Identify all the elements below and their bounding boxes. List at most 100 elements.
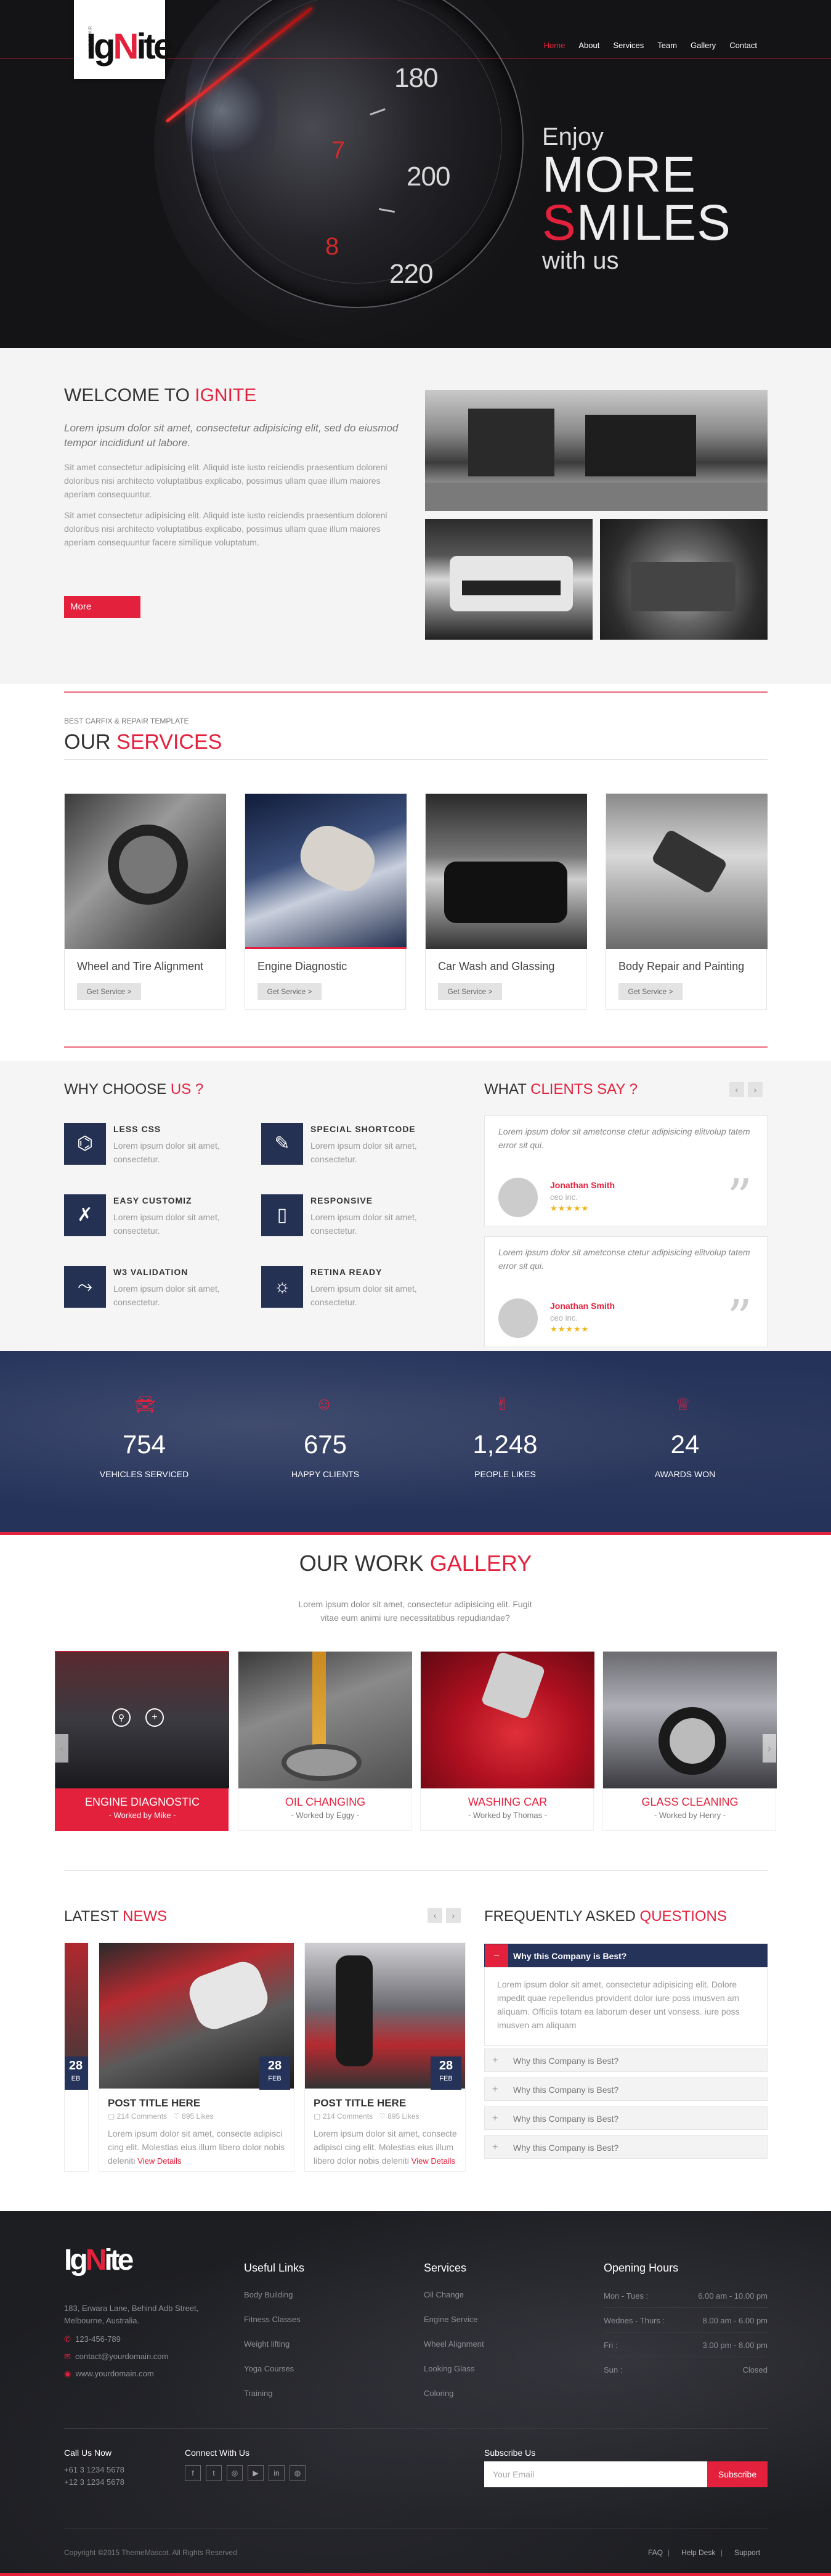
feature-title: RESPONSIVE [310, 1196, 373, 1205]
gallery-item[interactable]: GLASS CLEANING - Worked by Henry - [602, 1651, 777, 1831]
news-card[interactable]: 28 FEB POST TITLE HERE ▢ 214 Comments ♡ … [99, 1942, 294, 2172]
nav-about[interactable]: About [578, 41, 599, 50]
service-image [606, 794, 768, 949]
prev-arrow-icon[interactable]: ‹ [729, 1082, 744, 1097]
footer-link[interactable]: Training [244, 2389, 272, 2398]
subscribe-button[interactable]: Subscribe [707, 2461, 768, 2487]
youtube-icon[interactable]: ▶ [248, 2465, 264, 2481]
get-service-button[interactable]: Get Service > [618, 983, 683, 1000]
email-field[interactable] [484, 2461, 707, 2487]
hours-time: 3.00 pm - 8.00 pm [702, 2341, 768, 2350]
footer-email[interactable]: ✉ contact@yourdomain.com [64, 2352, 168, 2362]
support-link[interactable]: Support [734, 2548, 760, 2557]
hours-day: Fri : [604, 2341, 618, 2350]
hours-day: Mon - Tues : [604, 2291, 649, 2301]
next-arrow-icon[interactable]: › [748, 1082, 763, 1097]
footer-link[interactable]: Yoga Courses [244, 2364, 294, 2373]
footer-divider [64, 2428, 768, 2429]
news-prev-icon[interactable]: ‹ [428, 1908, 442, 1923]
feature-title: LESS CSS [113, 1124, 161, 1134]
footer-link[interactable]: Fitness Classes [244, 2315, 301, 2324]
site-logo[interactable]: CAR REPAIR IgNite [74, 0, 173, 79]
twitter-icon[interactable]: t [206, 2465, 222, 2481]
gallery-image [421, 1652, 594, 1788]
footer-link[interactable]: Engine Service [424, 2315, 477, 2324]
post-meta: ▢ 214 Comments ♡ 895 Likes [108, 2112, 214, 2121]
testimonials-title: WHAT CLIENTS SAY ? [484, 1081, 638, 1098]
help-desk-link[interactable]: Help Desk [681, 2548, 715, 2557]
get-service-button[interactable]: Get Service > [257, 983, 322, 1000]
post-title[interactable]: POST TITLE HERE [108, 2097, 200, 2109]
why-testimonials-section: WHY CHOOSE US ? ⌬ LESS CSS Lorem ipsum d… [0, 1061, 831, 1351]
footer-link[interactable]: Oil Change [424, 2290, 464, 2299]
zoom-icon[interactable]: + [145, 1708, 164, 1727]
get-service-button[interactable]: Get Service > [77, 983, 141, 1000]
quote-icon: ” [727, 1289, 752, 1347]
footer-link[interactable]: Weight lifting [244, 2339, 290, 2349]
service-card[interactable]: Car Wash and Glassing Get Service > [425, 793, 587, 1010]
service-card[interactable]: Body Repair and Painting Get Service > [606, 793, 768, 1010]
facebook-icon[interactable]: f [185, 2465, 201, 2481]
service-title: Engine Diagnostic [257, 960, 347, 972]
gallery-next-icon[interactable]: › [763, 1734, 776, 1763]
stat-value: 24 [670, 1430, 700, 1459]
instagram-icon[interactable]: ◎ [227, 2465, 243, 2481]
footer-logo[interactable]: IgNite [64, 2243, 134, 2277]
view-details-link[interactable]: View Details [411, 2156, 455, 2166]
feature-desc: Lorem ipsum dolor sit amet, consectetur. [310, 1284, 417, 1307]
faq-title: FREQUENTLY ASKED QUESTIONS [484, 1908, 727, 1925]
gallery-item[interactable]: OIL CHANGING - Worked by Eggy - [238, 1651, 412, 1831]
gallery-prev-icon[interactable]: ‹ [55, 1734, 68, 1763]
news-card[interactable]: 28 FEB POST TITLE HERE ▢ 214 Comments ♡ … [304, 1942, 466, 2172]
phone-icon: ✆ [64, 2334, 71, 2344]
more-button[interactable]: More [64, 596, 140, 618]
get-service-button[interactable]: Get Service > [438, 983, 502, 1000]
footer-web[interactable]: ◉ www.yourdomain.com [64, 2369, 154, 2379]
faq-link[interactable]: FAQ [648, 2548, 663, 2557]
gallery-title: OUR WORK GALLERY [299, 1551, 532, 1576]
gallery-image [603, 1652, 777, 1788]
dribbble-icon[interactable]: ◍ [290, 2465, 306, 2481]
link-icon[interactable]: ⚲ [112, 1708, 131, 1727]
mobile-icon: ▯ [261, 1194, 303, 1236]
avatar [498, 1298, 538, 1338]
nav-gallery[interactable]: Gallery [691, 41, 716, 50]
gallery-image: ⚲ + [55, 1652, 229, 1788]
gallery-item[interactable]: ⚲ + ENGINE DIAGNOSTIC - Worked by Mike - [55, 1651, 229, 1831]
news-next-icon[interactable]: › [446, 1908, 461, 1923]
faq-item-open[interactable]: − Why this Company is Best? [484, 1944, 768, 1968]
nav-contact[interactable]: Contact [729, 41, 757, 50]
faq-item[interactable]: + Why this Company is Best? [484, 2077, 768, 2101]
user-icon: ☺︎ [315, 1394, 333, 1413]
why-title: WHY CHOOSE US ? [64, 1081, 204, 1098]
footer-link[interactable]: Body Building [244, 2290, 293, 2299]
faq-item[interactable]: + Why this Company is Best? [484, 2048, 768, 2072]
call-number: +61 3 1234 5678 [64, 2465, 124, 2474]
faq-question: Why this Company is Best? [513, 2085, 619, 2095]
faq-item[interactable]: + Why this Company is Best? [484, 2106, 768, 2130]
footer-link[interactable]: Coloring [424, 2389, 453, 2398]
main-nav: Home About Services Team Gallery Contact [544, 41, 757, 50]
footer-link[interactable]: Looking Glass [424, 2364, 474, 2373]
faq-item[interactable]: + Why this Company is Best? [484, 2135, 768, 2159]
service-image [65, 794, 226, 949]
feature-item: ▯ RESPONSIVE Lorem ipsum dolor sit amet,… [261, 1194, 446, 1244]
rating-stars: ★★★★★ [550, 1324, 590, 1334]
service-card[interactable]: Engine Diagnostic Get Service > [245, 793, 407, 1010]
footer-link[interactable]: Wheel Alignment [424, 2339, 484, 2349]
useful-links-title: Useful Links [244, 2262, 305, 2274]
nav-services[interactable]: Services [613, 41, 644, 50]
feature-title: SPECIAL SHORTCODE [310, 1124, 416, 1134]
news-card-partial[interactable]: 28 EB [64, 1942, 89, 2172]
hours-time: 8.00 am - 6.00 pm [702, 2316, 768, 2325]
services-title: OUR SERVICES [64, 730, 222, 754]
post-title[interactable]: POST TITLE HERE [314, 2097, 406, 2109]
view-details-link[interactable]: View Details [137, 2156, 181, 2166]
linkedin-icon[interactable]: in [269, 2465, 285, 2481]
nav-team[interactable]: Team [657, 41, 677, 50]
nav-home[interactable]: Home [544, 41, 565, 50]
gallery-item[interactable]: WASHING CAR - Worked by Thomas - [420, 1651, 594, 1831]
services-supertitle: BEST CARFIX & REPAIR TEMPLATE [64, 717, 189, 725]
mail-icon: ✉ [64, 2352, 71, 2361]
service-card[interactable]: Wheel and Tire Alignment Get Service > [64, 793, 226, 1010]
